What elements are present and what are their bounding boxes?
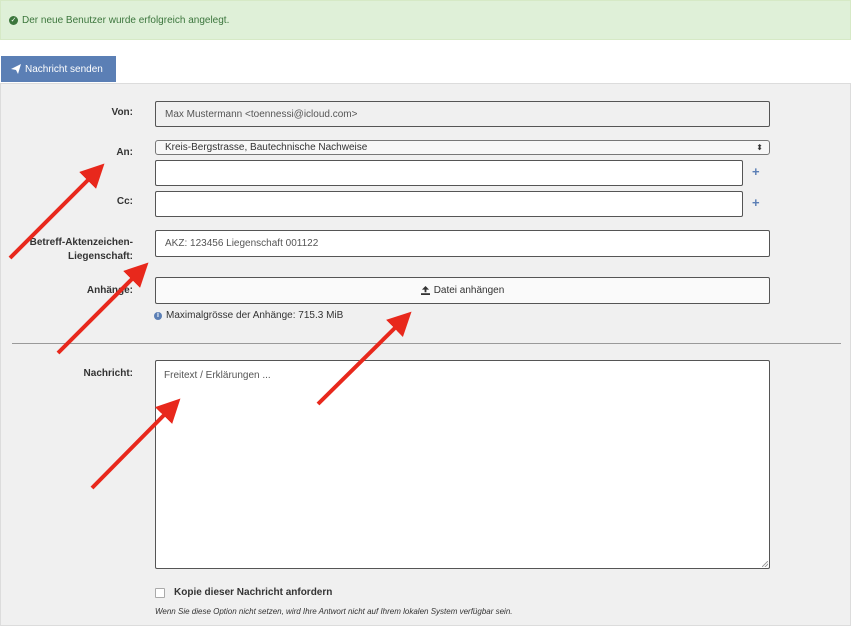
subject-label-line2: Liegenschaft: (67, 251, 133, 262)
attachment-size-info: i Maximalgrösse der Anhänge: 715.3 MiB (154, 310, 343, 321)
info-icon: i (154, 311, 162, 320)
attachment-size-text: Maximalgrösse der Anhänge: 715.3 MiB (166, 310, 344, 321)
subject-value: AKZ: 123456 Liegenschaft 001122 (165, 238, 319, 249)
paper-plane-icon (11, 64, 21, 74)
from-field: Max Mustermann <toennessi@icloud.com> (155, 101, 770, 127)
subject-input[interactable]: AKZ: 123456 Liegenschaft 001122 (155, 230, 770, 257)
attachments-label: Anhänge: (86, 285, 133, 296)
copy-hint: Wenn Sie diese Option nicht setzen, wird… (155, 607, 513, 616)
send-message-button[interactable]: Nachricht senden (1, 56, 116, 82)
message-textarea[interactable]: Freitext / Erklärungen ... (155, 360, 770, 569)
to-extra-input[interactable] (155, 160, 743, 186)
to-selected-value: Kreis-Bergstrasse, Bautechnische Nachwei… (165, 142, 368, 153)
cc-label: Cc: (116, 196, 133, 207)
success-message: Der neue Benutzer wurde erfolgreich ange… (22, 14, 230, 26)
cc-input[interactable] (155, 191, 743, 217)
subject-label: Betreff-Aktenzeichen- Liegenschaft: (0, 236, 133, 264)
add-to-recipient-button[interactable]: + (752, 164, 760, 179)
select-updown-icon: ⬍ (756, 143, 763, 152)
message-placeholder: Freitext / Erklärungen ... (164, 370, 271, 381)
resize-handle-icon[interactable] (762, 561, 768, 567)
from-value: Max Mustermann <toennessi@icloud.com> (165, 108, 358, 120)
check-circle-icon: ✓ (9, 15, 18, 25)
add-cc-button[interactable]: + (752, 195, 760, 210)
message-label: Nachricht: (83, 368, 133, 379)
from-label: Von: (111, 107, 133, 118)
attach-file-button[interactable]: Datei anhängen (155, 277, 770, 304)
subject-label-line1: Betreff-Aktenzeichen- (29, 237, 133, 248)
copy-checkbox[interactable] (155, 587, 165, 598)
copy-checkbox-label: Kopie dieser Nachricht anfordern (174, 587, 333, 598)
form-divider (12, 343, 841, 344)
send-message-label: Nachricht senden (25, 63, 103, 75)
to-recipient-select[interactable]: Kreis-Bergstrasse, Bautechnische Nachwei… (155, 140, 770, 155)
upload-icon (420, 286, 430, 295)
attach-file-label: Datei anhängen (433, 285, 505, 296)
to-label: An: (116, 147, 133, 158)
copy-option[interactable]: Kopie dieser Nachricht anfordern (155, 587, 332, 598)
success-alert: ✓ Der neue Benutzer wurde erfolgreich an… (0, 0, 851, 40)
